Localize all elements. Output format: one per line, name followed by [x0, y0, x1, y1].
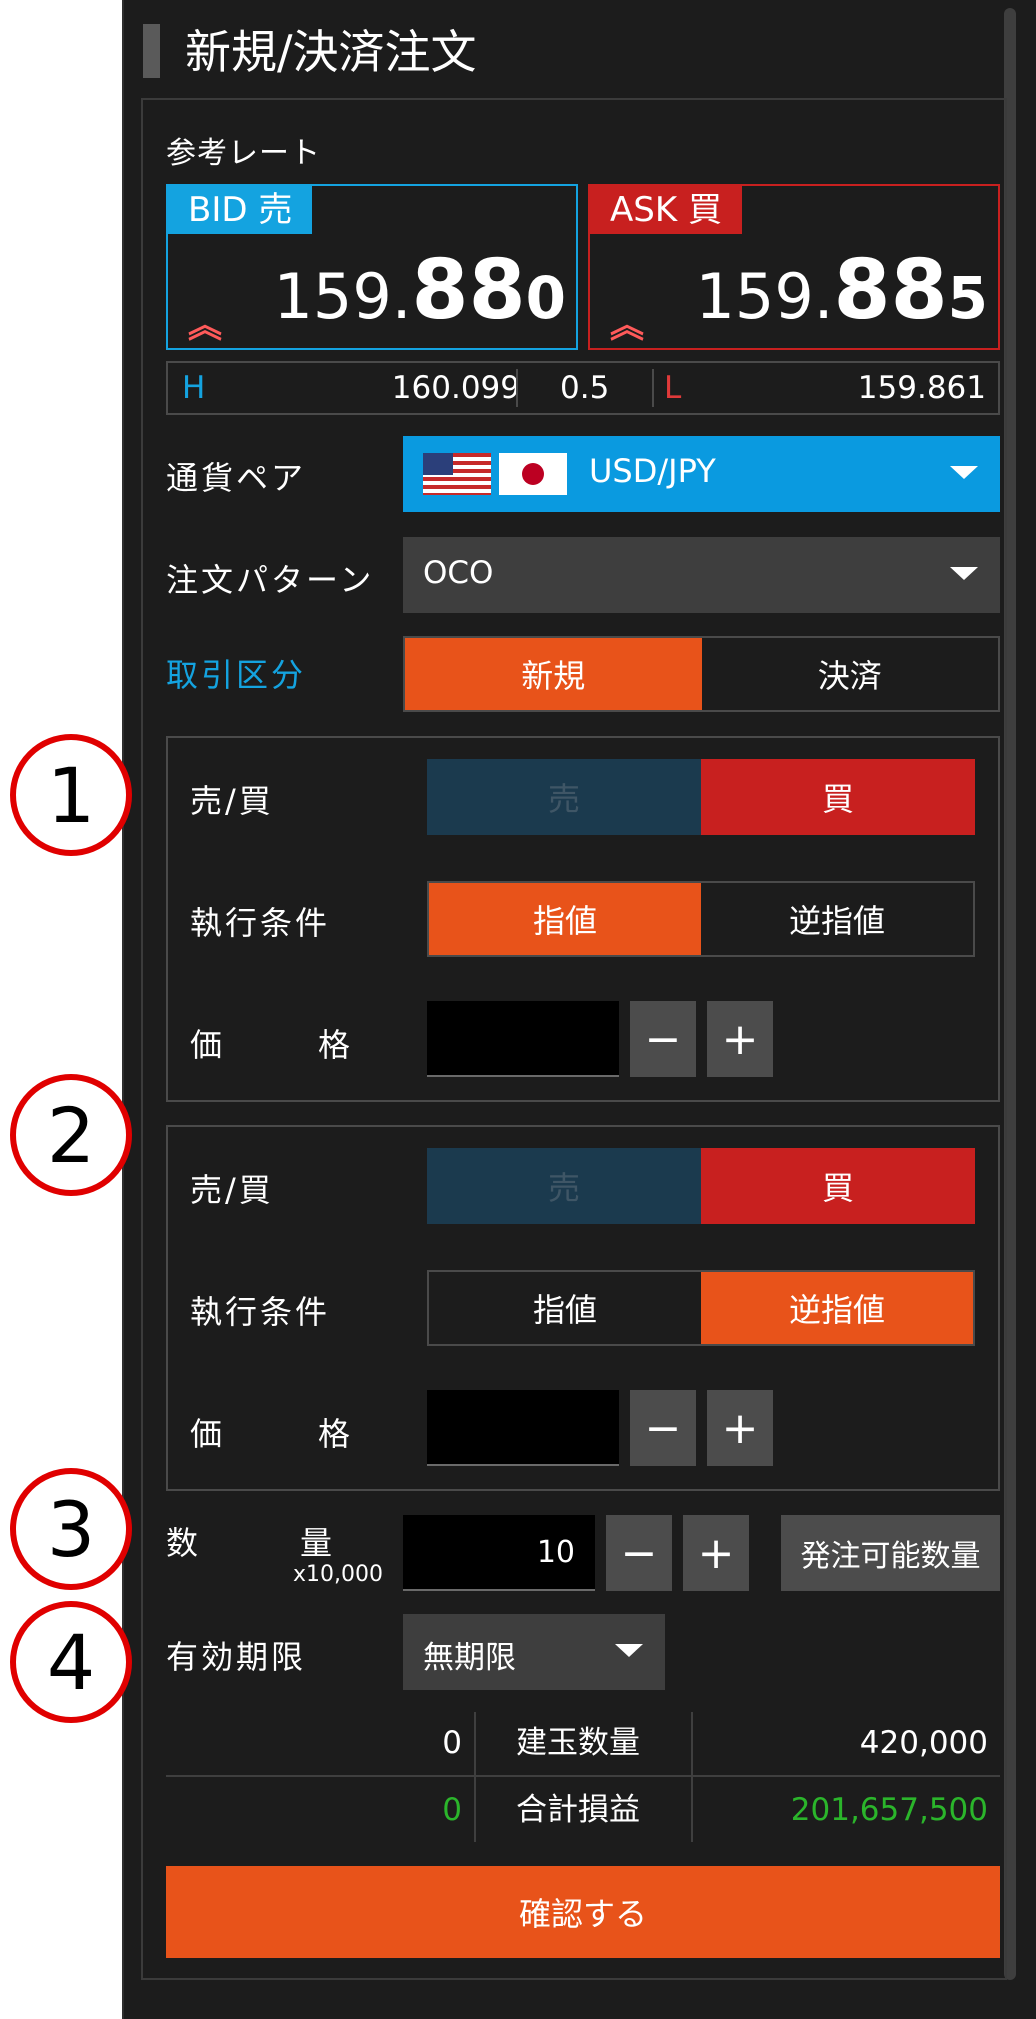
quantity-decrement-button[interactable]: −: [606, 1515, 672, 1591]
trade-type-label: 取引区分: [166, 656, 307, 694]
position-left-value: 0: [442, 1725, 462, 1761]
order-2-side-toggle: 売 買: [427, 1148, 975, 1224]
ask-tag: ASK 買: [590, 186, 742, 234]
trade-type-close-button[interactable]: 決済: [701, 638, 998, 710]
chevron-down-icon: [615, 1644, 643, 1657]
confirm-button[interactable]: 確認する: [166, 1866, 1000, 1958]
order-2-stop-button[interactable]: 逆指値: [701, 1272, 973, 1344]
jp-flag-icon: [499, 453, 567, 495]
high-label: H: [182, 370, 206, 406]
us-flag-icon: [423, 453, 491, 495]
annotation-circle-4: 4: [10, 1601, 132, 1723]
quantity-unit: x10,000: [293, 1562, 383, 1587]
reference-rate-label: 参考レート: [166, 136, 321, 171]
trade-type-new-button[interactable]: 新規: [405, 638, 702, 710]
bid-trend-up-icon: ︽: [188, 306, 222, 346]
quantity-label-2: 量: [300, 1524, 336, 1562]
expiry-select[interactable]: 無期限: [403, 1614, 665, 1690]
available-quantity-button[interactable]: 発注可能数量: [781, 1515, 1000, 1591]
position-quantity-label: 建玉数量: [516, 1725, 640, 1761]
order-2-price-label-2: 格: [318, 1415, 354, 1453]
order-2-condition-label: 執行条件: [190, 1293, 331, 1331]
currency-pair-value: USD/JPY: [589, 452, 716, 490]
order-2-price-input[interactable]: [427, 1390, 619, 1466]
order-2-price-decrement-button[interactable]: −: [630, 1390, 696, 1466]
separator: [516, 369, 518, 407]
position-quantity-value: 420,000: [859, 1725, 988, 1761]
annotation-circle-3: 3: [10, 1468, 132, 1590]
high-low-bar: H 160.099 0.5 L 159.861: [166, 361, 1000, 415]
order-2-price-increment-button[interactable]: +: [707, 1390, 773, 1466]
summary-col-divider: [691, 1712, 693, 1842]
annotation-circle-1: 1: [10, 734, 132, 856]
order-1-price-decrement-button[interactable]: −: [630, 1001, 696, 1077]
bid-rate-fraction: 0: [525, 264, 566, 332]
expiry-label: 有効期限: [166, 1638, 307, 1676]
order-1-condition-label: 執行条件: [190, 904, 331, 942]
summary-col-divider: [474, 1712, 476, 1842]
ask-rate-value: 159.885: [695, 243, 988, 338]
order-1-price-label-2: 格: [318, 1026, 354, 1064]
bid-rate-box[interactable]: BID 売 ︽ 159.880: [166, 184, 578, 350]
total-pnl-value: 201,657,500: [790, 1792, 988, 1828]
bid-rate-value: 159.880: [273, 243, 566, 338]
chevron-down-icon: [950, 567, 978, 580]
order-1-buy-button[interactable]: 買: [701, 759, 975, 835]
pnl-left-value: 0: [442, 1792, 462, 1828]
trade-type-toggle: 新規 決済: [403, 636, 1000, 712]
order-2-limit-button[interactable]: 指値: [429, 1272, 701, 1344]
ask-rate-fraction: 5: [947, 264, 988, 332]
ask-trend-up-icon: ︽: [610, 306, 644, 346]
order-pattern-select[interactable]: OCO: [403, 537, 1000, 613]
bid-tag: BID 売: [168, 186, 313, 234]
order-2-sell-button[interactable]: 売: [427, 1148, 701, 1224]
order-2-condition-toggle: 指値 逆指値: [427, 1270, 975, 1346]
quantity-input[interactable]: 10: [403, 1515, 595, 1591]
order-1-limit-button[interactable]: 指値: [429, 883, 701, 955]
low-label: L: [664, 370, 682, 406]
bid-rate-int: 159.: [273, 260, 412, 333]
total-pnl-label: 合計損益: [516, 1792, 640, 1828]
annotation-circle-2: 2: [10, 1074, 132, 1196]
ask-rate-pips: 88: [833, 243, 948, 338]
title-accent-bar: [143, 24, 160, 78]
order-1-price-label-1: 価: [190, 1026, 226, 1064]
high-value: 160.099: [391, 370, 520, 406]
order-2-buy-button[interactable]: 買: [701, 1148, 975, 1224]
order-1-side-label: 売/買: [190, 782, 274, 820]
order-1-side-toggle: 売 買: [427, 759, 975, 835]
order-1-price-increment-button[interactable]: +: [707, 1001, 773, 1077]
order-1-sell-button[interactable]: 売: [427, 759, 701, 835]
order-1-stop-button[interactable]: 逆指値: [701, 883, 973, 955]
expiry-value: 無期限: [423, 1640, 516, 1676]
ask-rate-box[interactable]: ASK 買 ︽ 159.885: [588, 184, 1000, 350]
chevron-down-icon: [950, 466, 978, 479]
currency-pair-select[interactable]: USD/JPY: [403, 436, 1000, 512]
order-pattern-label: 注文パターン: [166, 561, 375, 599]
quantity-increment-button[interactable]: +: [683, 1515, 749, 1591]
order-2-side-label: 売/買: [190, 1171, 274, 1209]
quantity-label-1: 数: [166, 1524, 202, 1562]
page-title: 新規/決済注文: [185, 25, 477, 79]
order-pattern-value: OCO: [423, 555, 494, 591]
separator: [652, 369, 654, 407]
ask-rate-int: 159.: [695, 260, 834, 333]
currency-pair-label: 通貨ペア: [166, 459, 307, 497]
order-1-price-input[interactable]: [427, 1001, 619, 1077]
order-2-price-label-1: 価: [190, 1415, 226, 1453]
order-1-condition-toggle: 指値 逆指値: [427, 881, 975, 957]
low-value: 159.861: [857, 370, 986, 406]
summary-divider: [166, 1775, 1000, 1777]
bid-rate-pips: 88: [411, 243, 526, 338]
spread-value: 0.5: [560, 370, 610, 406]
